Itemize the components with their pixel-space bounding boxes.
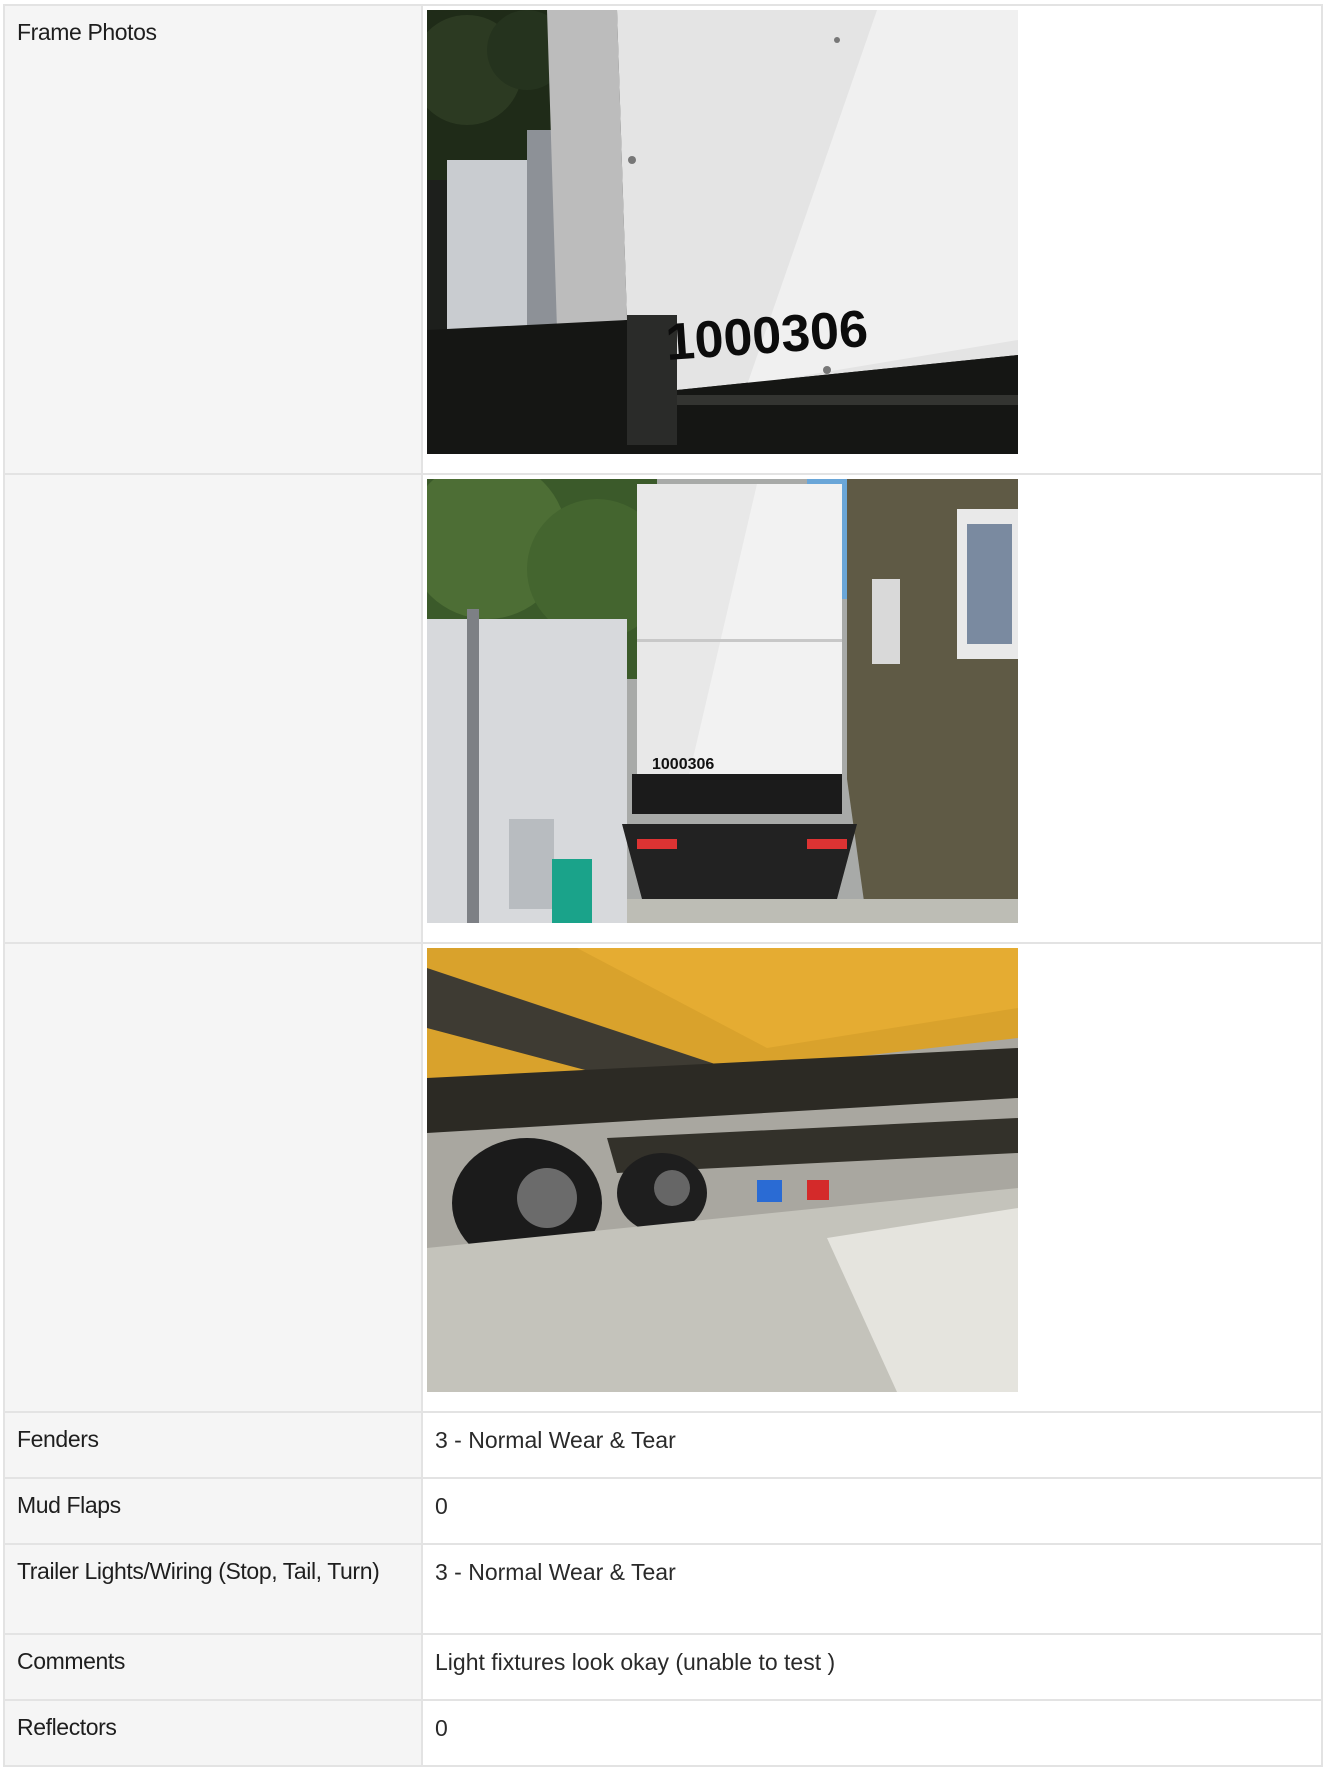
field-value: Light fixtures look okay (unable to test… bbox=[421, 1633, 1323, 1701]
field-value: 3 - Normal Wear & Tear bbox=[421, 1411, 1323, 1479]
photo-cell bbox=[421, 942, 1323, 1413]
table-row: Reflectors 0 bbox=[3, 1699, 1323, 1767]
frame-photo-side[interactable]: 1000306 bbox=[427, 10, 1018, 454]
field-value: 3 - Normal Wear & Tear bbox=[421, 1543, 1323, 1635]
field-label-empty bbox=[3, 473, 423, 944]
field-label-empty bbox=[3, 942, 423, 1413]
unit-number-text: 1000306 bbox=[652, 756, 714, 773]
field-label: Comments bbox=[3, 1633, 423, 1701]
field-label: Mud Flaps bbox=[3, 1477, 423, 1545]
photo-cell: 1000306 bbox=[421, 473, 1323, 944]
field-label: Frame Photos bbox=[3, 4, 423, 475]
table-row: Mud Flaps 0 bbox=[3, 1477, 1323, 1545]
table-row: Fenders 3 - Normal Wear & Tear bbox=[3, 1411, 1323, 1479]
table-row: 1000306 bbox=[3, 473, 1323, 944]
field-label: Trailer Lights/Wiring (Stop, Tail, Turn) bbox=[3, 1543, 423, 1635]
frame-photo-undercarriage[interactable] bbox=[427, 948, 1018, 1392]
inspection-table: Frame Photos 1000306 1000306 Fenders 3 -… bbox=[3, 4, 1323, 1767]
frame-photo-rear[interactable]: 1000306 bbox=[427, 479, 1018, 923]
table-row: Trailer Lights/Wiring (Stop, Tail, Turn)… bbox=[3, 1543, 1323, 1635]
table-row bbox=[3, 942, 1323, 1413]
field-value: 0 bbox=[421, 1699, 1323, 1767]
table-row: Frame Photos 1000306 bbox=[3, 4, 1323, 475]
field-label: Fenders bbox=[3, 1411, 423, 1479]
field-label: Reflectors bbox=[3, 1699, 423, 1767]
photo-cell: 1000306 bbox=[421, 4, 1323, 475]
table-row: Comments Light fixtures look okay (unabl… bbox=[3, 1633, 1323, 1701]
field-value: 0 bbox=[421, 1477, 1323, 1545]
